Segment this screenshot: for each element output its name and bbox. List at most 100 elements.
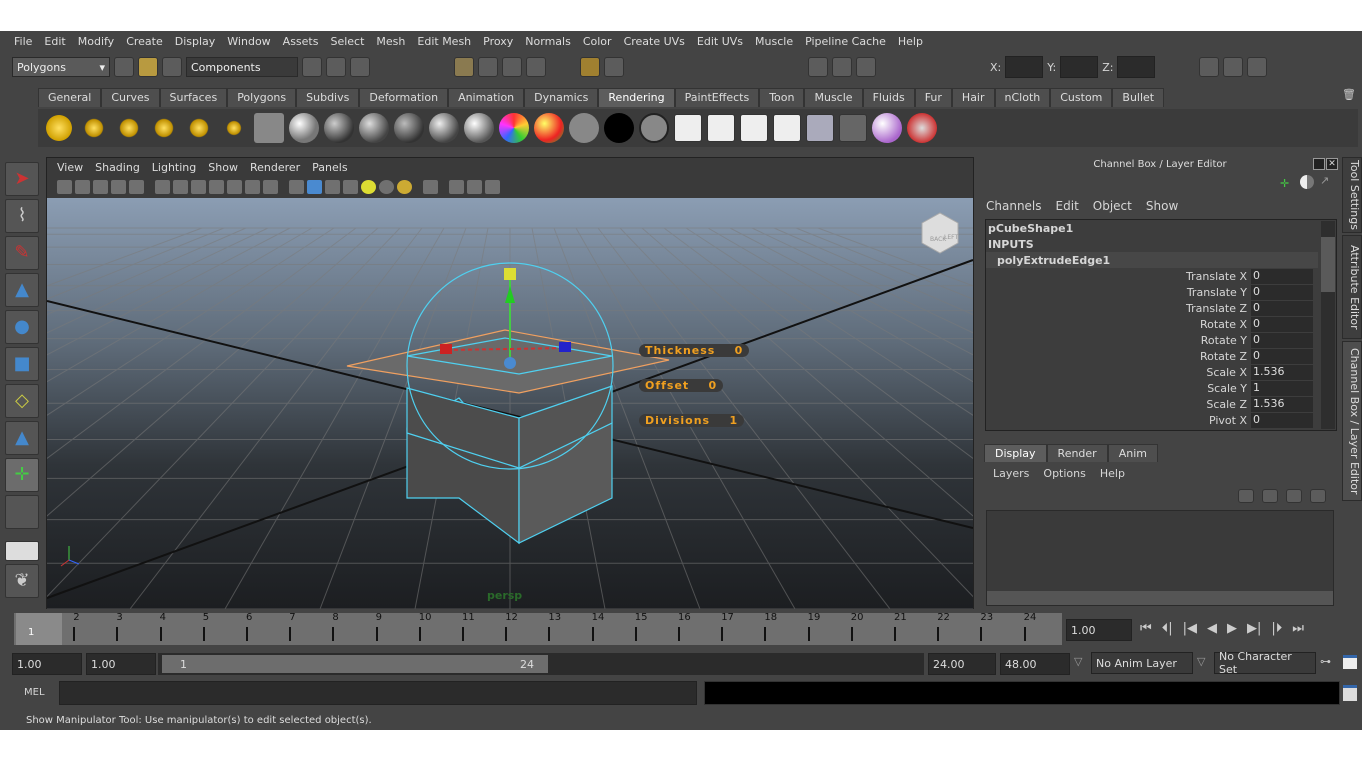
shelf-tab-muscle[interactable]: Muscle — [804, 88, 863, 107]
save-scene-icon[interactable] — [162, 57, 182, 77]
menu-set-dropdown[interactable]: Polygons ▾ — [12, 57, 110, 77]
outliner-icon[interactable]: ❦ — [5, 564, 39, 598]
lambert-icon[interactable] — [394, 113, 424, 143]
anim-layer-arrow-icon[interactable]: ▽ — [1074, 655, 1082, 668]
channel-row[interactable]: Translate Y0 — [986, 284, 1336, 300]
surface-shader-icon[interactable] — [569, 113, 599, 143]
batch-render-icon[interactable] — [839, 114, 867, 142]
tab-tool-settings[interactable]: Tool Settings — [1342, 157, 1362, 233]
channel-row[interactable]: Translate Z0 — [986, 300, 1336, 316]
last-tool-icon[interactable] — [5, 495, 39, 529]
material-icon[interactable] — [872, 113, 902, 143]
viewport-menu-renderer[interactable]: Renderer — [244, 161, 306, 174]
play-backwards-icon[interactable]: ◀ — [1207, 621, 1217, 636]
channel-name[interactable]: Scale Z — [986, 398, 1251, 411]
render-settings-shelf-icon[interactable] — [773, 114, 801, 142]
script-editor-icon[interactable] — [1343, 685, 1357, 701]
go-to-end-icon[interactable]: ⏭ — [1292, 621, 1304, 636]
tool-settings-toggle-icon[interactable] — [1223, 57, 1244, 77]
playback-start-field[interactable]: 1.00 — [86, 653, 156, 675]
channel-name[interactable]: Scale X — [986, 366, 1251, 379]
move-down-icon[interactable] — [1310, 489, 1326, 503]
channel-name[interactable]: Translate X — [986, 270, 1251, 283]
anisotropic-icon[interactable] — [324, 113, 354, 143]
menu-muscle[interactable]: Muscle — [749, 35, 799, 48]
step-forward-key-icon[interactable]: ▶| — [1247, 621, 1261, 636]
channel-value[interactable]: 0 — [1251, 316, 1313, 332]
phong-icon[interactable] — [429, 113, 459, 143]
layer-menu-help[interactable]: Help — [1100, 467, 1125, 480]
z-field[interactable] — [1117, 56, 1156, 78]
channel-row[interactable]: Pivot X0 — [986, 412, 1336, 428]
shading-map-icon[interactable] — [639, 113, 669, 143]
layer-scrollbar[interactable] — [987, 591, 1333, 605]
shelf-tab-surfaces[interactable]: Surfaces — [159, 88, 228, 107]
attribute-editor-toggle-icon[interactable] — [1199, 57, 1220, 77]
channel-menu-edit[interactable]: Edit — [1056, 199, 1079, 213]
menu-select[interactable]: Select — [324, 35, 370, 48]
shelf-tab-bullet[interactable]: Bullet — [1112, 88, 1165, 107]
menu-edit-uvs[interactable]: Edit UVs — [691, 35, 749, 48]
channel-row[interactable]: Rotate Y0 — [986, 332, 1336, 348]
ipr-icon[interactable] — [740, 114, 768, 142]
manipulator-icon[interactable]: ✛ — [1280, 177, 1289, 190]
new-layer-selected-icon[interactable] — [1262, 489, 1278, 503]
menu-help[interactable]: Help — [892, 35, 929, 48]
shelf-tab-dynamics[interactable]: Dynamics — [524, 88, 599, 107]
viewport-menu-lighting[interactable]: Lighting — [146, 161, 202, 174]
start-time-field[interactable]: 1.00 — [12, 653, 82, 675]
layer-tab-render[interactable]: Render — [1046, 444, 1108, 462]
shelf-tab-fur[interactable]: Fur — [914, 88, 952, 107]
film-gate-icon[interactable] — [173, 180, 188, 194]
tab-attribute-editor[interactable]: Attribute Editor — [1342, 235, 1362, 339]
channel-name[interactable]: Rotate Z — [986, 350, 1251, 363]
isolate-select-icon[interactable] — [423, 180, 438, 194]
step-back-frame-icon[interactable]: ⏴| — [1162, 621, 1173, 636]
shelf-tab-fluids[interactable]: Fluids — [862, 88, 915, 107]
channel-value[interactable]: 1.536 — [1251, 396, 1313, 412]
menu-file[interactable]: File — [8, 35, 38, 48]
menu-window[interactable]: Window — [221, 35, 276, 48]
blinn-icon[interactable] — [359, 113, 389, 143]
trash-icon[interactable]: 🗑 — [1342, 88, 1356, 101]
channel-menu-show[interactable]: Show — [1146, 199, 1178, 213]
menu-edit[interactable]: Edit — [38, 35, 71, 48]
select-camera-icon[interactable] — [57, 180, 72, 194]
menu-display[interactable]: Display — [169, 35, 222, 48]
channel-value[interactable]: 0 — [1251, 332, 1313, 348]
menu-pipeline-cache[interactable]: Pipeline Cache — [799, 35, 892, 48]
high-quality-icon[interactable] — [397, 180, 412, 194]
channel-value[interactable]: 1 — [1251, 380, 1313, 396]
channel-name[interactable]: Translate Y — [986, 286, 1251, 299]
viewport-menu-view[interactable]: View — [51, 161, 89, 174]
xray-components-icon[interactable] — [485, 180, 500, 194]
snap-grid-icon[interactable] — [454, 57, 474, 77]
layout-single-icon[interactable] — [5, 541, 39, 561]
paint-select-tool-icon[interactable]: ✎ — [5, 236, 39, 270]
shelf-tab-hair[interactable]: Hair — [951, 88, 995, 107]
speed-icon[interactable] — [1300, 175, 1314, 189]
shelf-tab-deformation[interactable]: Deformation — [359, 88, 449, 107]
xray-icon[interactable] — [449, 180, 464, 194]
soft-mod-icon[interactable]: ▲ — [5, 421, 39, 455]
channel-value[interactable]: 1.536 — [1251, 364, 1313, 380]
select-by-object-icon[interactable] — [326, 57, 346, 77]
step-forward-frame-icon[interactable]: |⏵ — [1271, 621, 1282, 636]
image-plane-icon[interactable] — [111, 180, 126, 194]
channel-value[interactable]: 0 — [1251, 300, 1313, 316]
layer-menu-options[interactable]: Options — [1043, 467, 1085, 480]
channel-name[interactable]: Translate Z — [986, 302, 1251, 315]
menu-proxy[interactable]: Proxy — [477, 35, 519, 48]
character-set-dropdown[interactable]: No Character Set — [1214, 650, 1316, 676]
safe-title-icon[interactable] — [263, 180, 278, 194]
select-by-hierarchy-icon[interactable] — [302, 57, 322, 77]
playback-end-field[interactable]: 24.00 — [928, 653, 996, 675]
layer-list[interactable] — [986, 510, 1334, 606]
auto-key-icon[interactable]: ⊶ — [1320, 655, 1331, 668]
universal-manipulator-icon[interactable]: ◇ — [5, 384, 39, 418]
textured-icon[interactable] — [343, 180, 358, 194]
gate-mask-icon[interactable] — [209, 180, 224, 194]
shelf-tab-toon[interactable]: Toon — [759, 88, 805, 107]
open-scene-icon[interactable] — [138, 57, 158, 77]
animation-preferences-icon[interactable] — [1343, 655, 1357, 669]
